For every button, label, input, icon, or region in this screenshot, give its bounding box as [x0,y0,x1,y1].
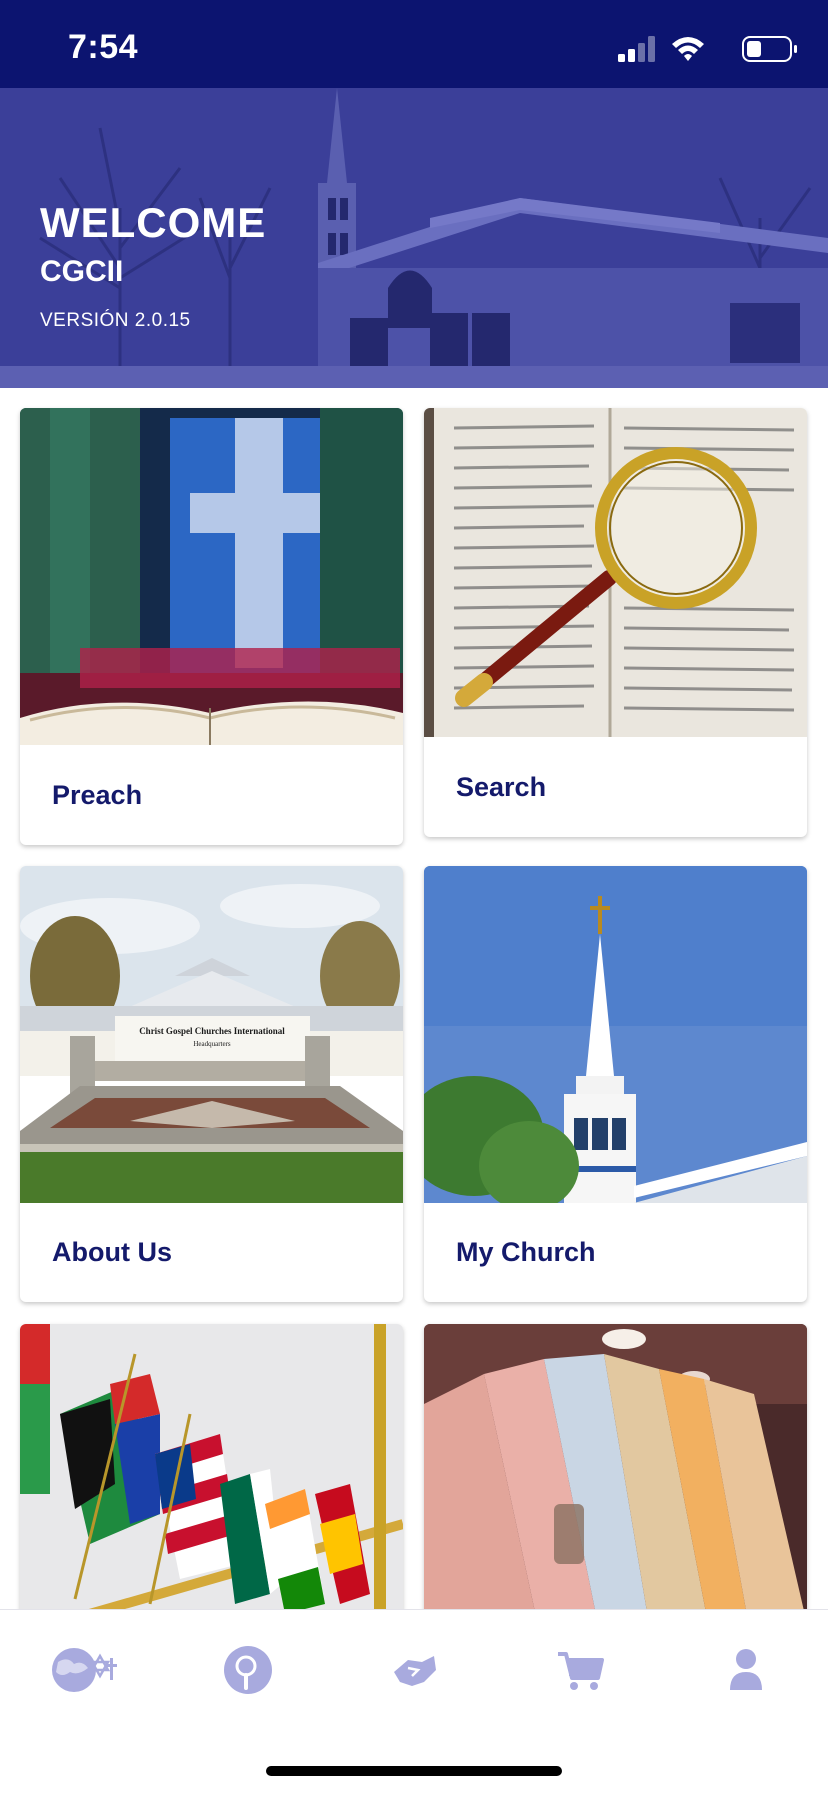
globe-star-cross-icon[interactable] [48,1642,120,1698]
headquarters-sign-subtitle: Headquarters [193,1040,231,1048]
my-church-label: My Church [456,1237,596,1267]
welcome-header: WELCOME CGCII VERSIÓN 2.0.15 [0,88,828,388]
books-image [424,1324,807,1654]
status-bar: 7:54 [0,0,828,88]
welcome-title: WELCOME [40,199,267,246]
about-us-card[interactable]: Christ Gospel Churches International Hea… [20,866,403,1302]
flags-card[interactable] [20,1324,403,1654]
bible-magnifier-image [424,408,807,737]
wifi-icon [672,37,704,61]
books-card[interactable] [424,1324,807,1654]
handshake-icon[interactable] [378,1642,450,1698]
about-us-label: About Us [52,1237,172,1267]
search-card[interactable]: Search [424,408,807,837]
battery-icon [742,36,797,62]
headquarters-sign-name: Christ Gospel Churches International [139,1026,285,1036]
preach-card[interactable]: Preach [20,408,403,845]
steeple-image [424,866,807,1203]
welcome-text-block: WELCOME CGCII VERSIÓN 2.0.15 [40,198,266,334]
my-church-card[interactable]: My Church [424,866,807,1302]
signal-icon [618,36,655,62]
search-label: Search [456,772,547,802]
user-icon[interactable] [710,1642,782,1698]
cart-icon[interactable] [544,1642,616,1698]
app-version: VERSIÓN 2.0.15 [40,310,191,331]
flags-image [20,1324,403,1654]
preach-label: Preach [52,780,143,810]
headquarters-image: Christ Gospel Churches International Hea… [20,866,403,1203]
status-time: 7:54 [68,28,139,66]
search-icon[interactable] [212,1642,284,1698]
org-name: CGCII [40,255,124,288]
preach-image [20,408,403,745]
home-indicator [266,1766,562,1776]
